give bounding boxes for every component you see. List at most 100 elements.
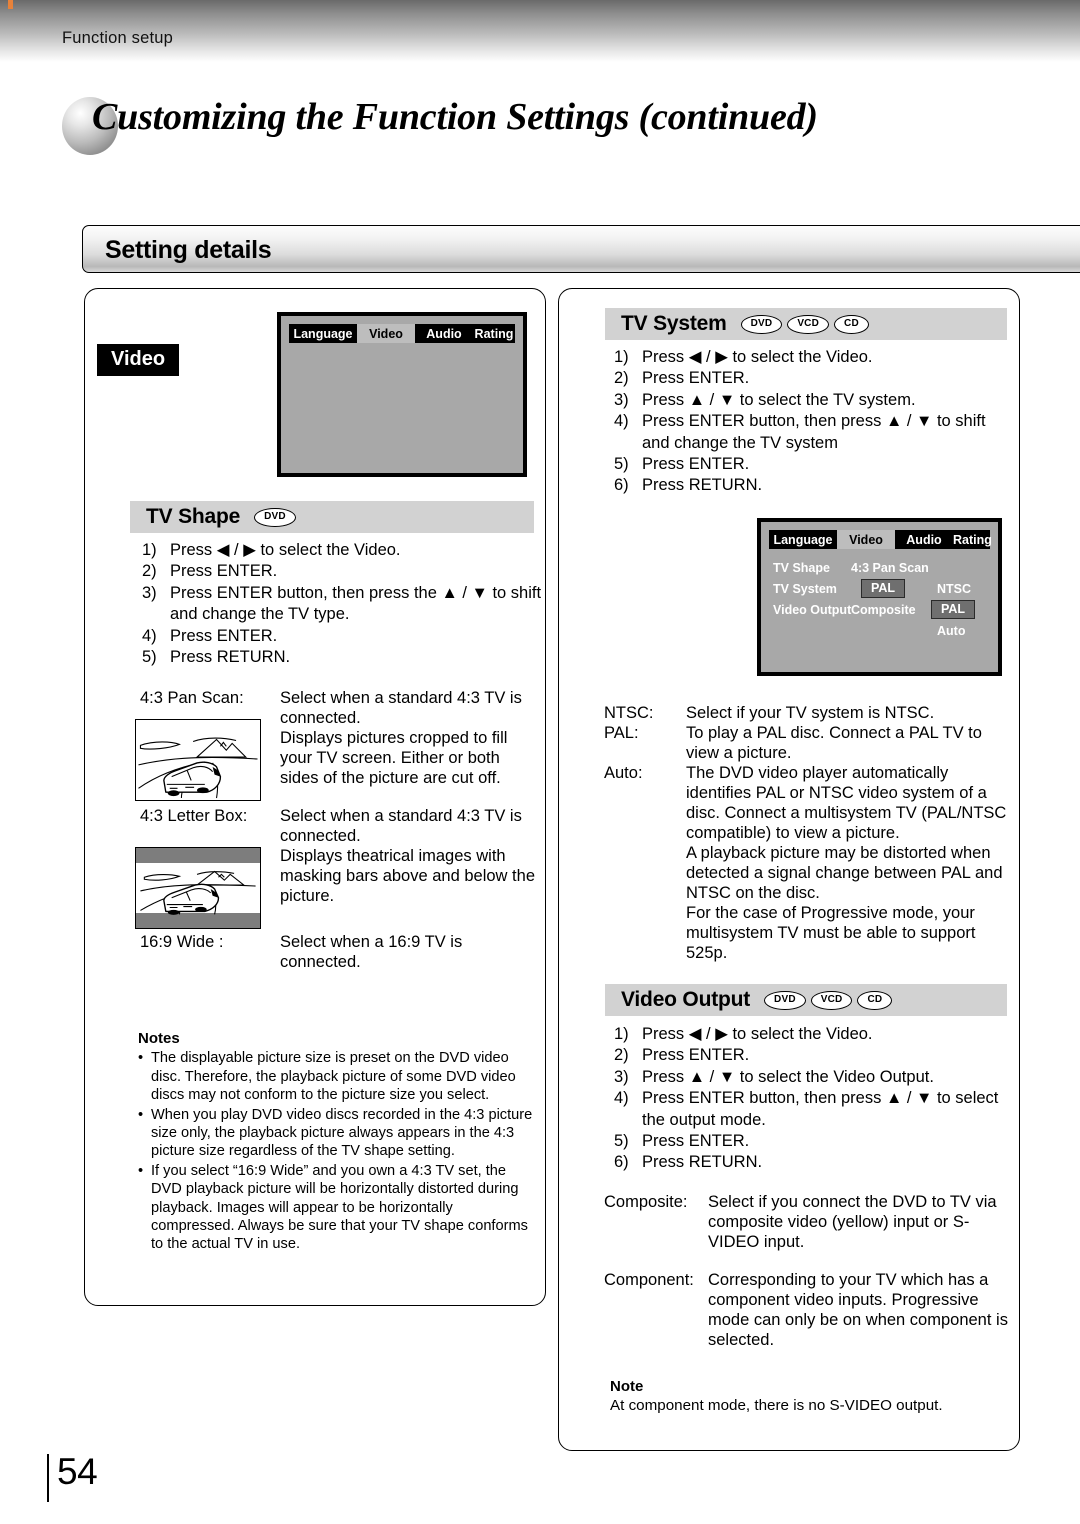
definition-description: Select when a standard 4:3 TV is connect…	[280, 689, 522, 787]
car-road-drawing	[138, 737, 258, 799]
definition-description: To play a PAL disc. Connect a PAL TV to …	[686, 724, 982, 762]
osd-tab-video[interactable]: Video	[357, 324, 415, 343]
step-item: 5) Press ENTER.	[614, 454, 1014, 475]
step-item: 2) Press ENTER.	[614, 368, 1014, 389]
step-item: 6) Press RETURN.	[614, 1152, 1014, 1173]
notes-block-right: Note At component mode, there is no S-VI…	[610, 1378, 1010, 1416]
osd-row-value[interactable]: Composite	[851, 600, 916, 621]
note-item: • The displayable picture size is preset …	[138, 1049, 538, 1104]
header-accent-mark	[8, 0, 13, 9]
step-text: Press ◀ / ▶ to select the Video.	[642, 1025, 873, 1043]
step-item: 5) Press RETURN.	[142, 647, 542, 668]
running-head-label: Function setup	[62, 29, 174, 47]
step-item: 4) Press ENTER.	[142, 626, 542, 647]
step-number: 5)	[614, 1132, 629, 1151]
step-item: 2) Press ENTER.	[614, 1045, 1014, 1066]
definition-description: Select if your TV system is NTSC.	[686, 704, 935, 722]
disc-badge-dvd-icon: DVD	[764, 990, 806, 1010]
step-text: Press ENTER button, then press ▲ / ▼ to …	[642, 412, 986, 452]
step-number: 2)	[614, 369, 629, 388]
disc-badge-dvd-icon: DVD	[254, 507, 296, 527]
step-item: 4) Press ENTER button, then press ▲ / ▼ t…	[614, 1088, 1014, 1131]
osd-row-auto: Auto	[769, 621, 990, 642]
definition-row: Auto: The DVD video player automatically…	[604, 763, 1014, 963]
step-item: 4) Press ENTER button, then press ▲ / ▼ t…	[614, 411, 1014, 454]
step-number: 3)	[142, 583, 157, 602]
osd-tab-video[interactable]: Video	[837, 530, 895, 549]
definition-row: 16:9 Wide : Select when a 16:9 TV is con…	[140, 932, 542, 972]
definition-term: 16:9 Wide :	[140, 933, 224, 951]
definition-term: 4:3 Letter Box:	[140, 807, 248, 825]
step-number: 4)	[614, 412, 629, 431]
step-number: 4)	[142, 626, 157, 645]
osd-row-value-selected[interactable]: PAL	[861, 579, 906, 598]
disc-badge-vcd-icon: VCD	[787, 314, 830, 334]
step-text: Press ENTER.	[642, 455, 750, 474]
step-text: Press ENTER.	[642, 369, 750, 388]
definition-description: Select if you connect the DVD to TV via …	[708, 1193, 997, 1251]
osd-tab-rating[interactable]: Rating	[953, 530, 992, 549]
osd-row-value-selected[interactable]: PAL	[931, 600, 976, 619]
bullet-icon: •	[138, 1050, 144, 1067]
osd-row-label: Video Output	[773, 603, 852, 617]
step-list-tv-shape: 1) Press ◀ / ▶ to select the Video. 2) Pre…	[142, 540, 542, 668]
definition-description: Select when a standard 4:3 TV is connect…	[280, 807, 535, 905]
illustration-pan-scan	[135, 719, 261, 801]
definition-term: Auto:	[604, 764, 643, 782]
step-text: Press RETURN.	[170, 648, 291, 667]
step-text: Press ENTER.	[642, 1046, 750, 1065]
definition-row: Component: Corresponding to your TV whic…	[604, 1270, 1016, 1350]
step-number: 1)	[614, 1025, 629, 1043]
subsection-header-video-output: Video Output DVD VCD CD	[605, 984, 1007, 1016]
subsection-header-tv-shape: TV Shape DVD	[130, 501, 534, 533]
step-text: Press ▲ / ▼ to select the Video Output.	[642, 1067, 934, 1086]
subsection-title-video-output: Video Output	[621, 988, 751, 1011]
definition-term: PAL:	[604, 724, 639, 742]
osd-tab-language[interactable]: Language	[769, 530, 837, 549]
note-text: When you play DVD video discs recorded i…	[151, 1106, 533, 1160]
definition-term: Composite:	[604, 1193, 688, 1211]
osd-row-value[interactable]: 4:3 Pan Scan	[851, 558, 929, 579]
disc-badge-dvd-icon: DVD	[740, 314, 783, 334]
osd-tab-audio[interactable]: Audio	[895, 530, 953, 549]
page-title: Customizing the Function Settings (conti…	[92, 96, 818, 138]
video-category-badge: Video	[97, 344, 180, 376]
folio-rule	[47, 1454, 50, 1502]
step-text: Press ▲ / ▼ to select the TV system.	[642, 390, 916, 409]
page-number: 54	[57, 1451, 98, 1492]
definition-list-tv-system: NTSC: Select if your TV system is NTSC. …	[604, 703, 1014, 963]
step-number: 6)	[614, 476, 629, 495]
step-list-video-output: 1) Press ◀ / ▶ to select the Video. 2) Pre…	[614, 1024, 1014, 1174]
note-heading: Note	[610, 1378, 644, 1395]
bullet-icon: •	[138, 1162, 144, 1179]
note-text: At component mode, there is no S-VIDEO o…	[610, 1397, 943, 1415]
osd-tab-audio[interactable]: Audio	[415, 324, 473, 343]
osd-screen-video-settings: Language Video Audio Rating TV Shape 4:3…	[757, 518, 1002, 676]
definition-description: Corresponding to your TV which has a com…	[708, 1271, 1008, 1349]
step-item: 3) Press ENTER button, then press the ▲ /…	[142, 583, 542, 626]
definition-row: Composite: Select if you connect the DVD…	[604, 1192, 1016, 1270]
section-title: Setting details	[105, 236, 272, 264]
disc-badge-group-tv-system: DVD VCD CD	[740, 314, 869, 334]
osd-tab-rating[interactable]: Rating	[473, 324, 515, 343]
step-text: Press RETURN.	[642, 1153, 763, 1172]
step-number: 2)	[614, 1046, 629, 1065]
illustration-letter-box	[135, 847, 261, 929]
definition-term: NTSC:	[604, 704, 654, 722]
definition-row: PAL: To play a PAL disc. Connect a PAL T…	[604, 723, 1014, 763]
disc-badge-group-video-output: DVD VCD CD	[764, 990, 893, 1010]
step-number: 3)	[614, 1067, 629, 1086]
step-item: 3) Press ▲ / ▼ to select the TV system.	[614, 390, 1014, 411]
step-item: 1) Press ◀ / ▶ to select the Video.	[142, 540, 542, 561]
step-number: 4)	[614, 1089, 629, 1108]
step-item: 5) Press ENTER.	[614, 1131, 1014, 1152]
osd-tab-language[interactable]: Language	[289, 324, 357, 343]
step-item: 1) Press ◀ / ▶ to select the Video.	[614, 347, 1014, 368]
definition-term: 4:3 Pan Scan:	[140, 689, 244, 707]
osd-row-value-alt[interactable]: NTSC	[937, 579, 971, 600]
notes-heading: Notes	[138, 1030, 180, 1047]
step-text: Press ENTER button, then press ▲ / ▼ to …	[642, 1089, 999, 1129]
osd-row-tv-system: TV System PAL NTSC	[769, 579, 990, 600]
osd-row-value-alt[interactable]: Auto	[937, 621, 965, 642]
step-number: 5)	[142, 648, 157, 667]
